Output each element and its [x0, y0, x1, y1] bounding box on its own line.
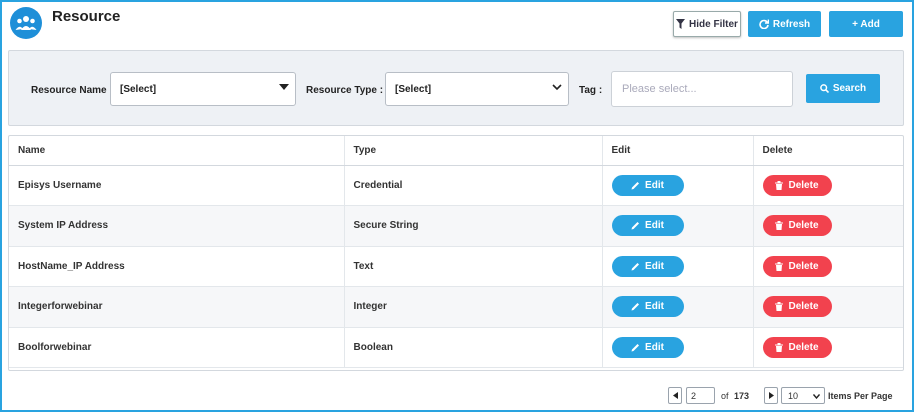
trash-icon [775, 261, 784, 271]
resource-name-value: [Select] [120, 83, 157, 95]
items-per-page-label: Items Per Page [828, 391, 893, 401]
caret-down-icon [279, 84, 289, 90]
page-number-input[interactable]: 2 [686, 387, 715, 404]
resource-type-cell: Text [343, 246, 602, 287]
trash-icon [775, 302, 784, 312]
resource-type-cell: Boolean [343, 327, 602, 368]
delete-button[interactable]: Delete [762, 174, 832, 196]
column-header-delete: Delete [752, 136, 903, 166]
delete-label: Delete [788, 260, 819, 272]
filter-panel: Resource Name : [Select] Resource Type :… [8, 50, 904, 126]
edit-label: Edit [645, 301, 664, 313]
trash-icon [775, 221, 784, 231]
add-label: + Add [852, 18, 880, 30]
delete-label: Delete [788, 341, 819, 353]
pencil-icon [631, 343, 640, 352]
resource-type-cell: Secure String [343, 205, 602, 247]
pencil-icon [631, 222, 640, 230]
table-row: HostName_IP Address Text Edit Delete [9, 246, 903, 287]
edit-label: Edit [645, 260, 664, 272]
resource-type-value: [Select] [395, 83, 432, 95]
caret-right-icon [768, 392, 774, 399]
edit-button[interactable]: Edit [611, 255, 684, 277]
edit-button[interactable]: Edit [611, 174, 684, 196]
trash-icon [775, 180, 784, 190]
column-header-type: Type [343, 136, 602, 166]
resource-name-cell: Episys Username [9, 165, 344, 206]
edit-label: Edit [645, 341, 664, 353]
edit-button[interactable]: Edit [611, 215, 684, 237]
delete-label: Delete [788, 301, 819, 313]
items-per-page-select[interactable]: 10 [781, 387, 825, 404]
resource-type-select[interactable]: [Select] [385, 72, 569, 106]
hide-filter-button[interactable]: Hide Filter [673, 11, 741, 37]
delete-button[interactable]: Delete [762, 255, 832, 277]
edit-button[interactable]: Edit [611, 296, 684, 318]
edit-button[interactable]: Edit [611, 336, 684, 358]
delete-button[interactable]: Delete [762, 336, 832, 358]
of-label: of [721, 391, 729, 401]
tag-label: Tag : [579, 85, 603, 96]
pencil-icon [631, 303, 640, 311]
pencil-icon [631, 262, 640, 271]
chevron-down-icon [552, 84, 562, 91]
filter-icon [676, 19, 686, 29]
tag-placeholder: Please select... [622, 83, 697, 95]
tag-input[interactable]: Please select... [611, 71, 793, 107]
delete-label: Delete [788, 179, 819, 191]
delete-label: Delete [788, 220, 819, 232]
total-pages: 173 [734, 391, 750, 401]
edit-label: Edit [645, 179, 664, 191]
caret-left-icon [672, 392, 678, 399]
resource-name-cell: System IP Address [9, 205, 344, 247]
refresh-button[interactable]: Refresh [748, 11, 821, 37]
table-row: System IP Address Secure String Edit Del… [9, 205, 903, 247]
resource-name-cell: HostName_IP Address [9, 246, 344, 287]
search-button[interactable]: Search [806, 74, 880, 103]
hide-filter-label: Hide Filter [689, 18, 738, 30]
resource-name-cell: Boolforwebinar [9, 327, 344, 368]
search-label: Search [832, 83, 867, 94]
refresh-label: Refresh [772, 18, 811, 30]
page-title: Resource [52, 8, 121, 25]
items-per-page-value: 10 [788, 390, 799, 401]
table-row: Episys Username Credential Edit Delete [9, 165, 903, 206]
pencil-icon [631, 181, 640, 190]
resource-type-cell: Credential [343, 165, 602, 206]
column-header-edit: Edit [601, 136, 753, 166]
app-frame: Resource Hide Filter Refresh + Add Resou… [0, 0, 914, 412]
resource-type-label: Resource Type : [306, 85, 384, 96]
search-icon [819, 84, 829, 93]
resource-logo-icon [10, 7, 42, 39]
resource-name-cell: Integerforwebinar [9, 286, 344, 328]
next-page-button[interactable] [764, 387, 778, 404]
column-header-name: Name [9, 136, 344, 166]
current-page: 2 [691, 390, 697, 401]
table-header-row: Name Type Edit Delete [9, 136, 903, 166]
edit-label: Edit [645, 220, 664, 232]
table-row: Integerforwebinar Integer Edit Delete [9, 286, 903, 328]
delete-button[interactable]: Delete [762, 215, 832, 237]
prev-page-button[interactable] [668, 387, 682, 404]
table-row: Boolforwebinar Boolean Edit Delete [9, 327, 903, 368]
refresh-icon [759, 19, 769, 29]
resource-name-label: Resource Name : [31, 85, 113, 96]
trash-icon [775, 342, 784, 352]
resource-table: Name Type Edit Delete Episys Username Cr… [8, 135, 904, 371]
chevron-down-icon [813, 394, 820, 399]
resource-type-cell: Integer [343, 286, 602, 328]
add-button[interactable]: + Add [829, 11, 903, 37]
resource-name-select[interactable]: [Select] [110, 72, 296, 106]
delete-button[interactable]: Delete [762, 296, 832, 318]
